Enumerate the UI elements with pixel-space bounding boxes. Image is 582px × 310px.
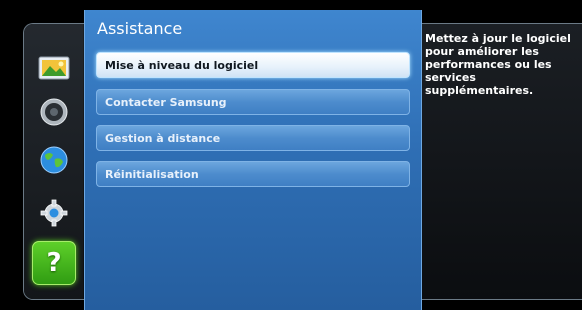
help-description: Mettez à jour le logiciel pour améliorer… (425, 32, 571, 97)
speaker-icon[interactable] (38, 96, 70, 128)
menu-item-contact-samsung[interactable]: Contacter Samsung (96, 89, 410, 115)
menu-item-software-upgrade[interactable]: Mise à niveau du logiciel (96, 52, 410, 78)
question-icon[interactable]: ? (32, 241, 76, 285)
menu-item-label: Mise à niveau du logiciel (105, 58, 259, 72)
picture-icon[interactable] (38, 52, 70, 84)
menu-item-remote-management[interactable]: Gestion à distance (96, 125, 410, 151)
menu-item-reset[interactable]: Réinitialisation (96, 161, 410, 187)
menu-item-label: Réinitialisation (105, 167, 199, 181)
support-menu-panel: Assistance Mise à niveau du logiciel Con… (84, 10, 422, 310)
menu-item-label: Gestion à distance (105, 131, 221, 145)
gear-icon[interactable] (38, 197, 70, 229)
globe-icon[interactable] (38, 144, 70, 176)
question-glyph: ? (46, 248, 62, 278)
panel-title: Assistance (97, 19, 183, 38)
menu-sidebar: ? (24, 24, 83, 299)
menu-item-label: Contacter Samsung (105, 95, 227, 109)
